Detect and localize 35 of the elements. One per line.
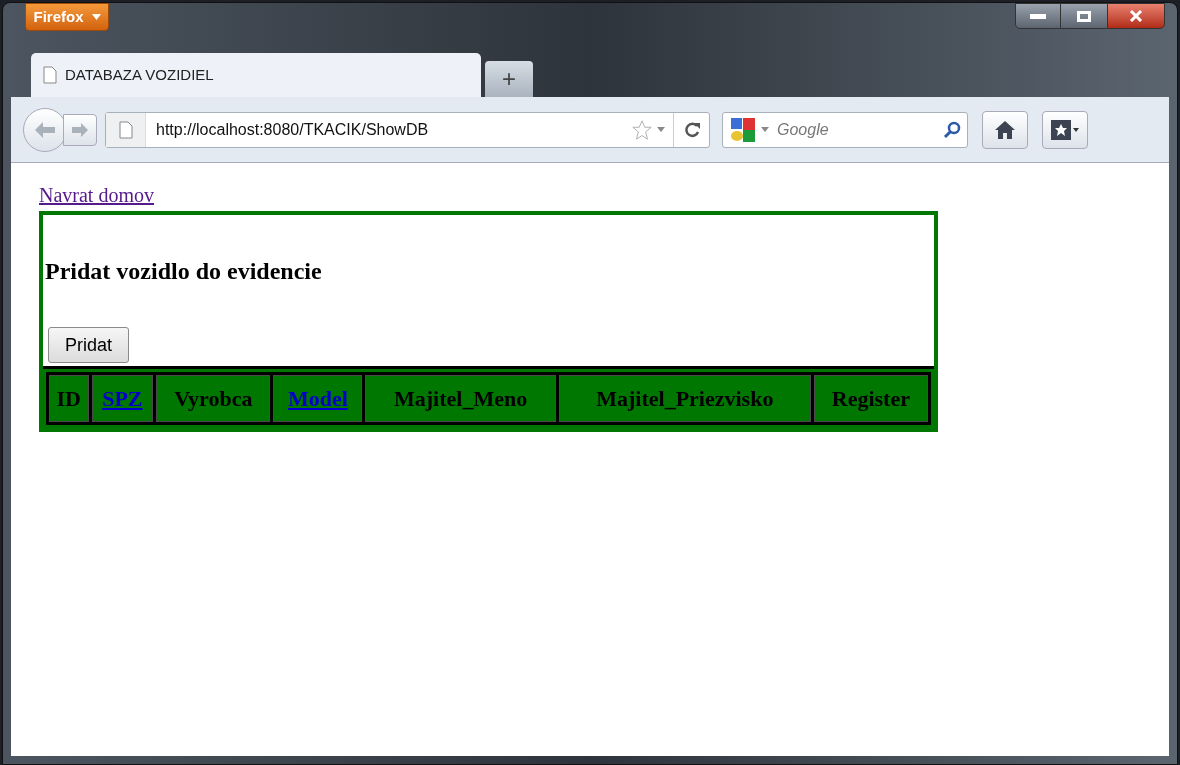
star-icon[interactable] bbox=[631, 118, 653, 141]
back-arrow-icon bbox=[35, 121, 55, 138]
close-button[interactable] bbox=[1107, 3, 1165, 29]
caret-icon bbox=[91, 14, 101, 20]
search-icon[interactable] bbox=[943, 120, 961, 139]
add-button[interactable]: Pridat bbox=[48, 327, 130, 363]
new-tab-button[interactable]: + bbox=[485, 61, 533, 97]
column-header: Vyrobca bbox=[156, 375, 271, 422]
column-header: Majitel_Priezvisko bbox=[558, 375, 811, 422]
close-icon bbox=[1129, 10, 1143, 22]
url-text: http://localhost:8080/TKACIK/ShowDB bbox=[156, 119, 430, 140]
forward-arrow-icon bbox=[72, 122, 88, 137]
bookmarks-button[interactable] bbox=[1042, 110, 1088, 149]
search-field[interactable]: Google bbox=[722, 111, 968, 148]
minimize-icon bbox=[1030, 13, 1046, 19]
dropdown-icon[interactable] bbox=[761, 127, 769, 132]
column-header: Majitel_Meno bbox=[365, 375, 556, 422]
column-header: ID bbox=[49, 375, 89, 422]
maximize-button[interactable] bbox=[1061, 3, 1107, 29]
maximize-icon bbox=[1077, 10, 1091, 22]
address-field[interactable]: http://localhost:8080/TKACIK/ShowDB bbox=[105, 111, 710, 148]
reload-icon[interactable] bbox=[682, 120, 701, 139]
form-heading: Pridat vozidlo do evidencie bbox=[45, 257, 323, 286]
minimize-button[interactable] bbox=[1015, 3, 1061, 29]
browser-tab[interactable]: DATABAZA VOZIDIEL bbox=[31, 53, 481, 97]
column-header: Register bbox=[813, 375, 928, 422]
home-button[interactable] bbox=[982, 110, 1028, 149]
home-icon bbox=[995, 120, 1015, 139]
page-icon bbox=[43, 66, 57, 84]
search-engine-icon[interactable] bbox=[729, 115, 757, 144]
home-link[interactable]: Navrat domov bbox=[39, 184, 154, 206]
page-icon bbox=[118, 120, 133, 139]
dropdown-icon[interactable] bbox=[657, 127, 665, 132]
dropdown-icon bbox=[1073, 127, 1079, 132]
search-input[interactable]: Google bbox=[777, 117, 939, 142]
